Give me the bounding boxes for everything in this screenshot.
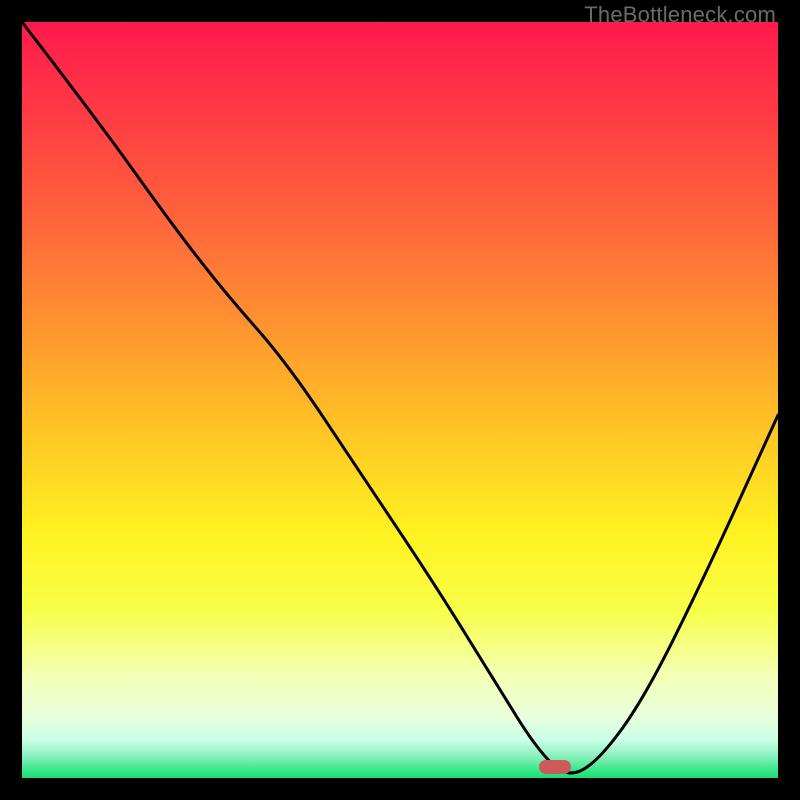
- bottleneck-curve-path: [22, 22, 778, 773]
- optimal-point-marker: [539, 760, 571, 774]
- bottleneck-curve-svg: [22, 22, 778, 778]
- chart-frame: [22, 22, 778, 778]
